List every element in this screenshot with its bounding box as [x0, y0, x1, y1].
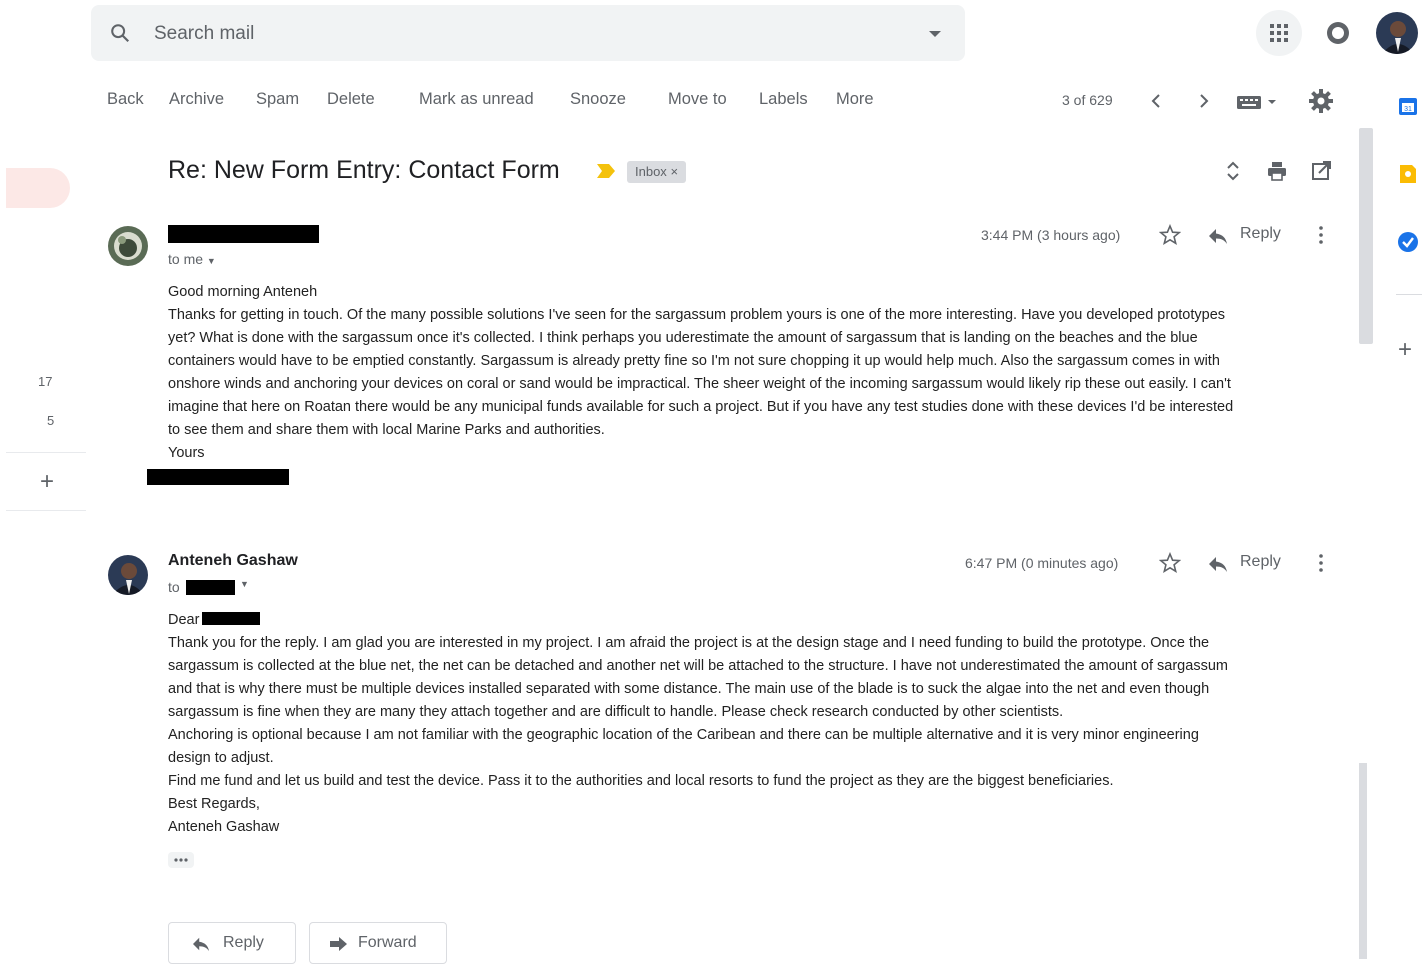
remove-label-icon[interactable]: ×	[670, 164, 678, 179]
chevron-left-icon[interactable]	[1145, 90, 1167, 112]
settings-gear-icon[interactable]	[1308, 88, 1334, 114]
inbox-label-text: Inbox	[635, 164, 667, 179]
reply-button[interactable]: Reply	[1240, 553, 1281, 571]
body-line: Thanks for getting in touch. Of the many…	[168, 307, 1226, 323]
body-line: onshore winds and anchoring your devices…	[168, 376, 1231, 392]
chevron-down-icon[interactable]: ▼	[240, 579, 249, 589]
body-line: Yours	[168, 445, 205, 461]
tasks-icon[interactable]	[1396, 230, 1420, 254]
redacted-sender-name	[168, 225, 319, 243]
snooze-button[interactable]: Snooze	[570, 90, 626, 109]
body-line: to see them and share them with local Ma…	[168, 422, 605, 438]
body-line: Thank you for the reply. I am glad you a…	[168, 635, 1210, 651]
footer-reply-button[interactable]: Reply	[168, 922, 296, 964]
search-options-icon[interactable]	[929, 31, 941, 37]
body-line: and that is why there must be multiple d…	[168, 681, 1210, 697]
recipient-line[interactable]: to	[168, 579, 180, 595]
star-icon[interactable]	[1159, 224, 1181, 246]
search-bar[interactable]: Search mail	[91, 5, 965, 61]
show-trimmed-content-button[interactable]	[168, 852, 194, 868]
svg-text:31: 31	[1404, 106, 1412, 113]
body-line: sargassum is fine when they are many the…	[168, 704, 1064, 720]
expand-all-icon[interactable]	[1222, 160, 1244, 182]
more-vert-icon[interactable]	[1318, 225, 1324, 245]
nav-selected-pill[interactable]	[6, 168, 70, 208]
body-line: Find me fund and let us build and test t…	[168, 773, 1114, 789]
greeting-line: Dear	[168, 609, 1338, 632]
mark-unread-button[interactable]: Mark as unread	[419, 90, 534, 109]
chevron-right-icon[interactable]	[1193, 90, 1215, 112]
body-line: containers would have to be emptied cons…	[168, 353, 1220, 369]
nav-count: 5	[47, 413, 55, 428]
keep-icon[interactable]	[1396, 162, 1420, 186]
sender-avatar[interactable]	[108, 226, 148, 266]
recipient-text: to me	[168, 251, 204, 267]
importance-marker-icon[interactable]	[597, 164, 615, 178]
delete-button[interactable]: Delete	[327, 90, 375, 109]
archive-button[interactable]: Archive	[169, 90, 224, 109]
add-label-icon[interactable]: +	[40, 468, 54, 496]
message-body: Dear Thank you for the reply. I am glad …	[168, 609, 1338, 839]
body-line: Anteneh Gashaw	[168, 819, 280, 835]
body-line: yet? What is done with the sargassum onc…	[168, 330, 1198, 346]
spam-button[interactable]: Spam	[256, 90, 299, 109]
message-body: Good morning Anteneh Thanks for getting …	[168, 281, 1338, 465]
recipient-text: to	[168, 579, 180, 595]
greeting-text: Dear	[168, 612, 200, 628]
back-button[interactable]: Back	[107, 90, 144, 109]
message-timestamp: 3:44 PM (3 hours ago)	[981, 227, 1121, 243]
nav-count: 17	[38, 374, 53, 389]
more-button[interactable]: More	[836, 90, 874, 109]
more-vert-icon[interactable]	[1318, 553, 1324, 573]
open-new-window-icon[interactable]	[1310, 160, 1332, 182]
sender-name: Anteneh Gashaw	[168, 552, 298, 569]
footer-reply-label: Reply	[223, 934, 264, 951]
redacted-recipient	[186, 580, 235, 595]
keyboard-icon[interactable]	[1236, 93, 1280, 111]
reply-icon	[193, 937, 209, 952]
redacted-signature	[147, 469, 289, 485]
sender-avatar[interactable]	[108, 555, 148, 595]
pager-count: 3 of 629	[1062, 92, 1113, 108]
redacted-name	[202, 612, 261, 625]
apps-button[interactable]	[1256, 10, 1302, 56]
inbox-label-chip[interactable]: Inbox ×	[627, 161, 687, 183]
labels-button[interactable]: Labels	[759, 90, 808, 109]
body-line: Anchoring is optional because I am not f…	[168, 727, 1199, 743]
account-avatar[interactable]	[1376, 12, 1418, 54]
nav-divider	[6, 510, 86, 511]
message-timestamp: 6:47 PM (0 minutes ago)	[965, 555, 1119, 571]
body-line: imagine that here on Roatan there would …	[168, 399, 1234, 415]
footer-forward-button[interactable]: Forward	[309, 922, 447, 964]
body-line: design to adjust.	[168, 750, 274, 766]
scrollbar-track[interactable]	[1359, 763, 1367, 959]
thread-subject: Re: New Form Entry: Contact Form	[168, 156, 560, 184]
side-panel-divider	[1396, 294, 1422, 295]
search-icon[interactable]	[109, 22, 131, 44]
notifications-icon[interactable]	[1325, 20, 1351, 46]
calendar-icon[interactable]: 31	[1396, 94, 1420, 118]
body-line: Good morning Anteneh	[168, 284, 318, 300]
apps-grid-icon	[1270, 24, 1288, 42]
print-icon[interactable]	[1266, 160, 1288, 182]
body-line: Best Regards,	[168, 796, 260, 812]
footer-forward-label: Forward	[358, 934, 417, 951]
nav-divider	[6, 452, 86, 453]
scrollbar-thumb[interactable]	[1359, 128, 1373, 344]
star-icon[interactable]	[1159, 552, 1181, 574]
recipient-line[interactable]: to me ▼	[168, 251, 216, 267]
chevron-down-icon[interactable]: ▼	[207, 256, 216, 266]
body-line: sargassum is collected at the blue net, …	[168, 658, 1228, 674]
move-to-button[interactable]: Move to	[668, 90, 727, 109]
reply-icon[interactable]	[1207, 555, 1229, 573]
reply-icon[interactable]	[1207, 227, 1229, 245]
get-addons-icon[interactable]: +	[1398, 336, 1412, 364]
more-horiz-icon	[174, 858, 188, 862]
forward-icon	[330, 937, 347, 951]
reply-button[interactable]: Reply	[1240, 225, 1281, 243]
search-input[interactable]: Search mail	[154, 23, 254, 45]
